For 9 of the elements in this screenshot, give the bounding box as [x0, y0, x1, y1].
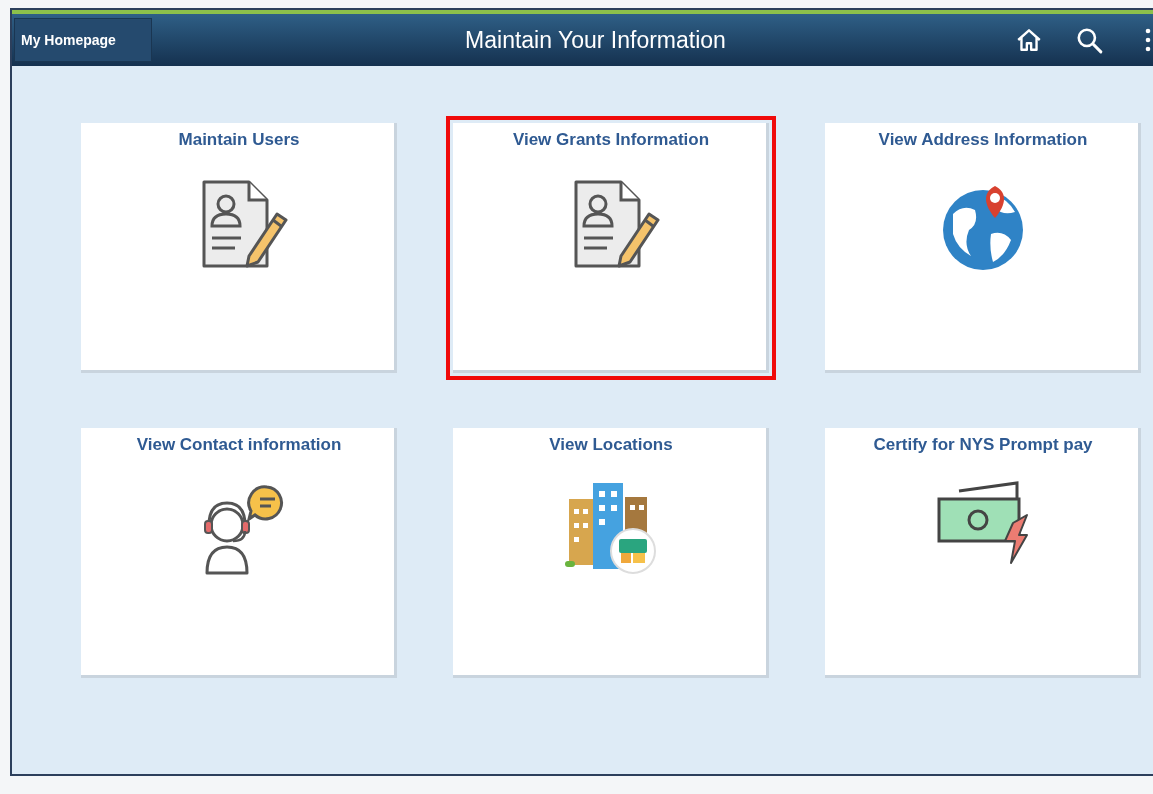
tile-title: View Locations [549, 435, 673, 455]
tile-title: Certify for NYS Prompt pay [873, 435, 1093, 455]
page-title: Maintain Your Information [465, 26, 726, 53]
tile-title: View Address Information [878, 130, 1088, 150]
tile-title: View Grants Information [512, 130, 710, 150]
tile[interactable]: View Grants Information [446, 116, 776, 380]
tile-title: Maintain Users [178, 130, 300, 150]
my-homepage-button[interactable]: My Homepage [14, 18, 152, 62]
tile-title: View Contact information [136, 435, 342, 455]
